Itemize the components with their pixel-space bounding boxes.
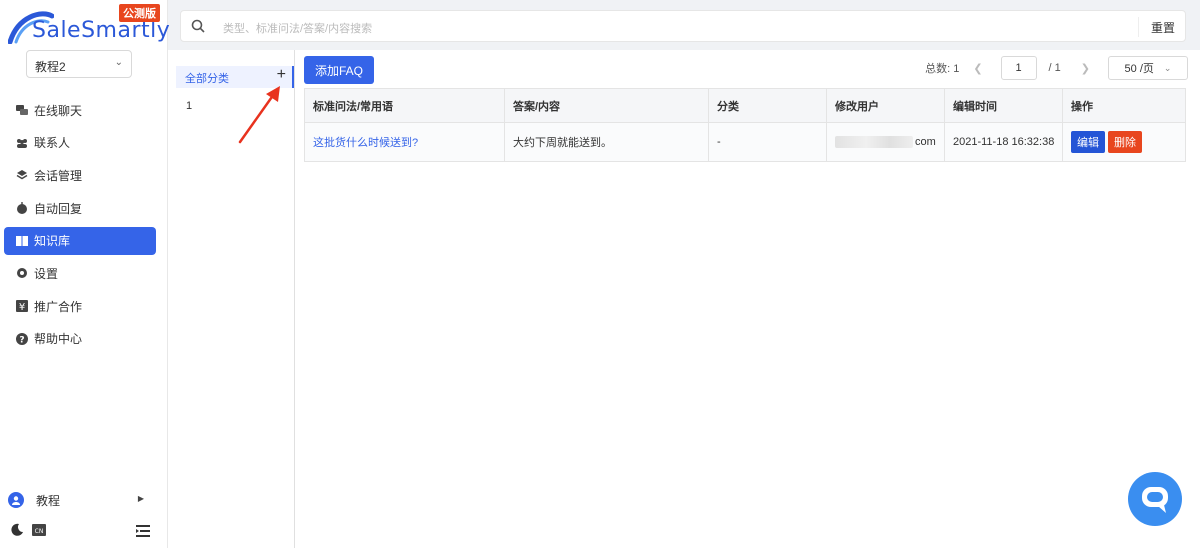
faq-answer: 大约下周就能送到。 [505, 123, 709, 161]
table-row: 这批货什么时候送到? 大约下周就能送到。 - com 2021-11-18 16… [305, 123, 1185, 161]
total-pages: / 1 [1048, 62, 1061, 74]
sidebar-footer: CN [8, 522, 156, 540]
faq-modified-user: com [827, 123, 945, 161]
robot-icon [16, 202, 28, 215]
caret-right-icon: ▶ [137, 494, 144, 503]
delete-button[interactable]: 删除 [1108, 131, 1142, 153]
language-toggle-icon[interactable]: CN [32, 524, 46, 536]
main-nav: 在线聊天 联系人 会话管理 自动回复 知识库 设置 ¥ 推广合作 ? 帮助中心 [4, 96, 156, 358]
nav-item-label: 自动回复 [34, 201, 83, 216]
nav-item-contacts[interactable]: 联系人 [4, 129, 156, 157]
sidebar: SaleSmartly 公测版 教程2 ⌄ 在线聊天 联系人 会话管理 自动回复… [0, 0, 170, 548]
redacted-email [835, 136, 913, 148]
column-header: 分类 [709, 89, 827, 123]
category-all-label: 全部分类 [185, 73, 229, 85]
book-icon [16, 235, 28, 247]
faq-question-link[interactable]: 这批货什么时候送到? [305, 123, 505, 161]
nav-item-knowledge-base[interactable]: 知识库 [4, 226, 156, 255]
panel-divider [294, 50, 295, 548]
chat-bubble-icon [1142, 487, 1168, 513]
layers-icon [16, 169, 28, 181]
gear-icon [16, 267, 28, 279]
contacts-icon [16, 137, 28, 149]
email-suffix: com [915, 136, 936, 148]
nav-item-label: 会话管理 [34, 168, 83, 183]
nav-item-auto-reply[interactable]: 自动回复 [4, 194, 156, 222]
page-size-select[interactable]: 50 /页 ⌄ [1108, 56, 1188, 80]
nav-item-label: 设置 [34, 266, 59, 281]
workspace-select[interactable]: 教程2 ⌄ [26, 50, 132, 78]
next-page-icon[interactable]: ❯ [1081, 62, 1090, 75]
brand-logo[interactable]: SaleSmartly 公测版 [8, 4, 170, 44]
avatar [8, 492, 24, 508]
help-icon: ? [16, 332, 28, 345]
search-input-placeholder: 类型、标准问法/答案/内容搜索 [223, 23, 373, 35]
faq-category: - [709, 123, 827, 161]
user-menu[interactable]: 教程 ▶ [8, 490, 148, 510]
add-faq-button[interactable]: 添加FAQ [304, 56, 374, 84]
user-name: 教程 [36, 493, 61, 508]
page-size-value: 50 /页 [1124, 63, 1154, 75]
reset-button[interactable]: 重置 [1151, 19, 1175, 36]
dark-mode-icon[interactable] [10, 523, 24, 537]
nav-item-settings[interactable]: 设置 [4, 259, 156, 287]
nav-item-live-chat[interactable]: 在线聊天 [4, 96, 156, 124]
nav-item-label: 联系人 [34, 136, 71, 151]
add-category-icon[interactable]: + [277, 66, 286, 84]
search-divider [1138, 17, 1139, 37]
svg-text:CN: CN [35, 528, 44, 535]
svg-text:?: ? [19, 335, 24, 345]
table-header: 标准问法/常用语 答案/内容 分类 修改用户 编辑时间 操作 [305, 89, 1185, 123]
chevron-down-icon: ⌄ [1163, 62, 1172, 73]
nav-item-affiliate[interactable]: ¥ 推广合作 [4, 292, 156, 320]
nav-item-label: 在线聊天 [34, 103, 83, 118]
column-header: 操作 [1063, 89, 1185, 123]
nav-item-label: 知识库 [34, 234, 71, 249]
edit-button[interactable]: 编辑 [1071, 131, 1105, 153]
search-icon [191, 19, 205, 33]
workspace-select-value: 教程2 [35, 60, 66, 74]
total-count: 总数: 1 [925, 63, 960, 75]
annotation-arrow-icon [238, 86, 280, 144]
pagination: 总数: 1 ❮ 1 / 1 ❯ 50 /页 ⌄ [925, 56, 1188, 80]
nav-item-label: 帮助中心 [34, 332, 83, 347]
nav-item-label: 推广合作 [34, 299, 83, 314]
column-header: 修改用户 [827, 89, 945, 123]
collapse-menu-icon[interactable] [136, 524, 152, 538]
svg-text:¥: ¥ [19, 302, 25, 312]
nav-item-help-center[interactable]: ? 帮助中心 [4, 325, 156, 353]
chat-widget-button[interactable] [1128, 472, 1182, 526]
beta-badge: 公测版 [119, 4, 160, 22]
faq-edit-time: 2021-11-18 16:32:38 [945, 123, 1063, 161]
search-bar[interactable]: 类型、标准问法/答案/内容搜索 重置 [180, 10, 1186, 42]
yen-icon: ¥ [16, 300, 28, 313]
page-input[interactable]: 1 [1000, 56, 1037, 80]
faq-main-panel: 添加FAQ 总数: 1 ❮ 1 / 1 ❯ 50 /页 ⌄ 标准问法/常用语 答… [296, 50, 1200, 548]
column-header: 标准问法/常用语 [305, 89, 505, 123]
category-item[interactable]: 1 [186, 100, 192, 112]
chevron-down-icon: ⌄ [114, 57, 123, 68]
faq-table: 标准问法/常用语 答案/内容 分类 修改用户 编辑时间 操作 这批货什么时候送到… [304, 88, 1186, 162]
chat-icon [16, 104, 28, 116]
nav-item-conversations[interactable]: 会话管理 [4, 161, 156, 189]
column-header: 答案/内容 [505, 89, 709, 123]
faq-actions: 编辑 删除 [1063, 123, 1185, 161]
prev-page-icon[interactable]: ❮ [973, 62, 982, 75]
column-header: 编辑时间 [945, 89, 1063, 123]
